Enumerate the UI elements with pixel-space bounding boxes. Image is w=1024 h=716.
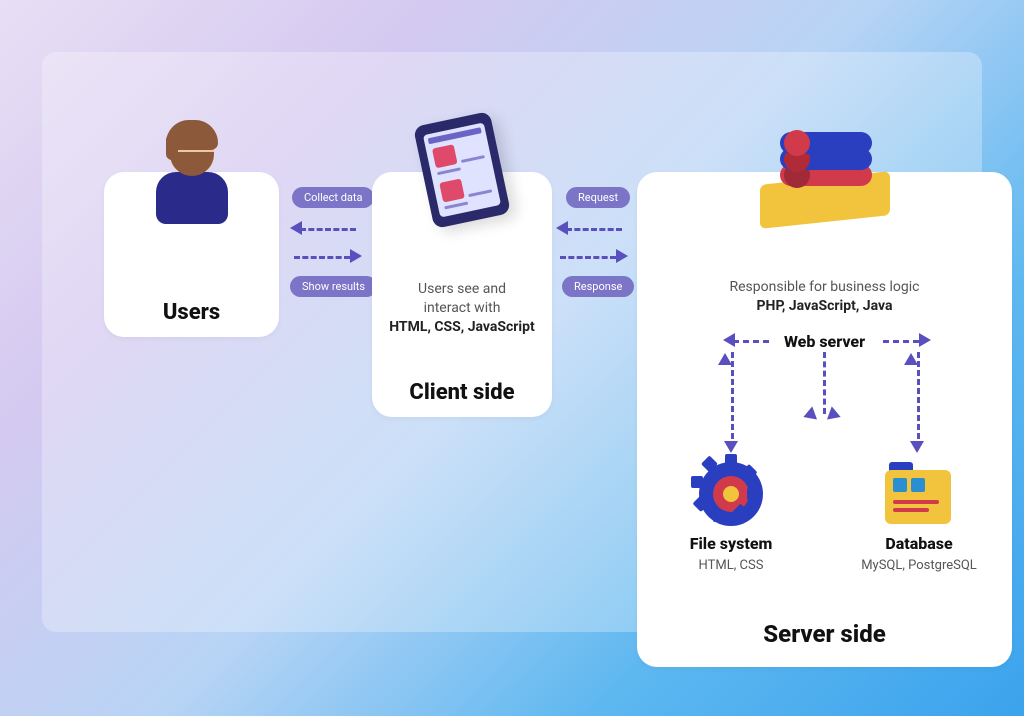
- arrow-collect-head: [290, 221, 302, 235]
- database-title: Database: [855, 534, 983, 553]
- server-tech: PHP, JavaScript, Java: [757, 298, 893, 314]
- arrow-response-head: [616, 249, 628, 263]
- users-title: Users: [104, 300, 279, 325]
- tablet-icon: [413, 111, 511, 229]
- arrow-request: [566, 228, 622, 231]
- fs-arrow-down: [724, 441, 738, 453]
- diagram-canvas: Users Collect data Show results Users se…: [42, 52, 982, 632]
- file-system-tech: HTML, CSS: [667, 558, 795, 573]
- ws-arrow-right-head: [919, 333, 931, 347]
- request-label: Request: [566, 187, 630, 208]
- server-title: Server side: [637, 620, 1012, 648]
- client-title: Client side: [372, 380, 552, 405]
- db-arrow-down: [910, 441, 924, 453]
- ws-arrow-right: [883, 340, 919, 343]
- client-description: Users see and interact with HTML, CSS, J…: [382, 280, 542, 337]
- arrow-show: [294, 256, 350, 259]
- ws-arrow-left-head: [723, 333, 735, 347]
- database-folder-icon: [885, 462, 951, 524]
- client-desc-line1: Users see and: [418, 281, 506, 297]
- client-desc-line2: interact with: [424, 300, 501, 316]
- db-arrow: [917, 352, 920, 448]
- fs-arrow: [731, 352, 734, 448]
- arrow-request-head: [556, 221, 568, 235]
- arrow-collect: [300, 228, 356, 231]
- database-tech: MySQL, PostgreSQL: [855, 558, 983, 573]
- fs-arrow-up: [718, 353, 732, 365]
- arrow-response: [560, 256, 616, 259]
- show-results-label: Show results: [290, 276, 377, 297]
- response-label: Response: [562, 276, 634, 297]
- file-system-title: File system: [667, 534, 795, 553]
- web-server-label: Web server: [637, 332, 1012, 351]
- users-card: Users: [104, 172, 279, 337]
- user-avatar-icon: [148, 124, 236, 228]
- center-arrow-l: [801, 406, 817, 423]
- server-side-card: Responsible for business logic PHP, Java…: [637, 172, 1012, 667]
- client-tech: HTML, CSS, JavaScript: [389, 319, 535, 335]
- server-desc-line1: Responsible for business logic: [730, 279, 920, 295]
- server-stack-icon: [760, 130, 890, 226]
- server-description: Responsible for business logic PHP, Java…: [657, 278, 992, 316]
- db-arrow-up: [904, 353, 918, 365]
- client-side-card: Users see and interact with HTML, CSS, J…: [372, 172, 552, 417]
- gear-icon: [699, 462, 763, 526]
- center-arrow-r: [827, 406, 843, 423]
- ws-arrow-left: [733, 340, 769, 343]
- collect-data-label: Collect data: [292, 187, 374, 208]
- center-arrow: [823, 352, 826, 414]
- arrow-show-head: [350, 249, 362, 263]
